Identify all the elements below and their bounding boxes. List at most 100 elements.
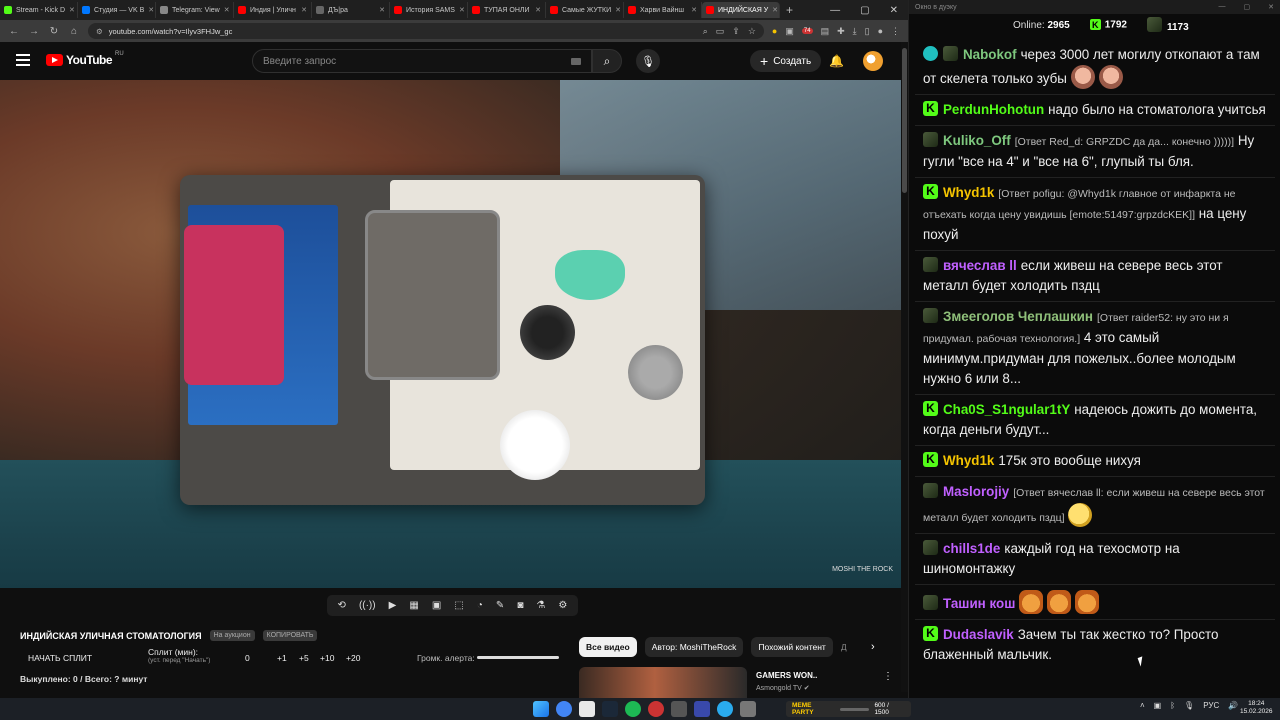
- chevron-right-icon[interactable]: ›: [871, 641, 875, 653]
- obs-icon[interactable]: [648, 701, 664, 717]
- speed-icon[interactable]: ◔: [477, 600, 483, 611]
- home-icon[interactable]: ⌂: [68, 26, 80, 37]
- media-widget[interactable]: MEME PARTY 600 / 1500: [786, 701, 911, 717]
- browser-tab[interactable]: Stream - Kick D ✕: [0, 2, 78, 18]
- spotify-icon[interactable]: [625, 701, 641, 717]
- forward-icon[interactable]: →: [28, 26, 40, 37]
- alert-volume-slider[interactable]: [477, 656, 559, 659]
- share-icon[interactable]: ⇪: [732, 26, 740, 37]
- recommended-video-channel[interactable]: Asmongold TV ✔: [756, 684, 810, 692]
- video-thumbnail[interactable]: [579, 667, 747, 698]
- chat-username[interactable]: Kuliko_Off: [943, 133, 1011, 148]
- voice-search-button[interactable]: 🎙: [636, 49, 660, 73]
- chip-more[interactable]: Д: [841, 637, 851, 657]
- zoom-icon[interactable]: ⌕: [703, 26, 708, 37]
- extension-icon[interactable]: ●: [772, 26, 777, 36]
- split-plus-20[interactable]: +20: [346, 653, 360, 663]
- create-button[interactable]: + Создать: [750, 50, 822, 72]
- maximize-icon[interactable]: ▢: [1244, 3, 1251, 11]
- bluetooth-icon[interactable]: ᛒ: [1170, 701, 1175, 710]
- menu-icon[interactable]: [16, 54, 30, 66]
- tab-close-icon[interactable]: ✕: [691, 6, 697, 14]
- start-split-button[interactable]: НАЧАТЬ СПЛИТ: [28, 653, 92, 663]
- tab-close-icon[interactable]: ✕: [459, 6, 465, 14]
- chat-username[interactable]: вячеслав ll: [943, 258, 1017, 273]
- app-icon[interactable]: [671, 701, 687, 717]
- minimize-icon[interactable]: —: [1219, 3, 1226, 11]
- sidebar-icon[interactable]: ▯: [865, 26, 870, 37]
- video-player[interactable]: MOSHI THE ROCK: [0, 80, 905, 588]
- browser-tab[interactable]: Харви Вайнш ✕: [624, 2, 702, 18]
- close-icon[interactable]: ✕: [890, 5, 898, 16]
- tab-close-icon[interactable]: ✕: [772, 6, 778, 14]
- network-icon[interactable]: ▣: [1154, 701, 1162, 710]
- back-icon[interactable]: ←: [8, 26, 20, 37]
- cast-icon[interactable]: ▭: [716, 26, 725, 37]
- chat-username[interactable]: Maslorojiy: [943, 484, 1009, 499]
- telegram-icon[interactable]: [717, 701, 733, 717]
- chat-username[interactable]: PerdunHohotun: [943, 102, 1044, 117]
- frame-icon[interactable]: ⬚: [454, 600, 463, 611]
- extension-icon[interactable]: ▣: [785, 26, 794, 37]
- url-field[interactable]: ⚙ youtube.com/watch?v=Ilyv3FHJw_gc ⌕ ▭ ⇪…: [88, 23, 764, 39]
- youtube-logo[interactable]: YouTube RU: [46, 51, 124, 67]
- chat-username[interactable]: Змееголов Чеплашкин: [943, 309, 1093, 324]
- folder-icon[interactable]: [579, 701, 595, 717]
- chip-all-videos[interactable]: Все видео: [579, 637, 637, 657]
- player-icon[interactable]: [694, 701, 710, 717]
- split-plus-1[interactable]: +1: [277, 653, 287, 663]
- steam-icon[interactable]: [602, 701, 618, 717]
- new-tab-button[interactable]: +: [780, 3, 799, 17]
- site-info-icon[interactable]: ⚙: [96, 27, 103, 36]
- chat-username[interactable]: Whyd1k: [943, 453, 994, 468]
- chip-similar[interactable]: Похожий контент: [751, 637, 833, 657]
- tab-close-icon[interactable]: ✕: [224, 6, 230, 14]
- notifications-bell-icon[interactable]: 🔔: [829, 54, 844, 68]
- page-scrollbar[interactable]: [901, 42, 908, 692]
- loop-icon[interactable]: ⟲: [338, 600, 346, 611]
- more-options-icon[interactable]: ⋮: [883, 671, 893, 682]
- chat-username[interactable]: chills1de: [943, 541, 1000, 556]
- search-input[interactable]: [263, 55, 553, 67]
- split-plus-5[interactable]: +5: [299, 653, 309, 663]
- extension-icon[interactable]: ▤: [821, 26, 830, 37]
- split-plus-10[interactable]: +10: [320, 653, 334, 663]
- minimize-icon[interactable]: —: [830, 5, 840, 16]
- clapper-icon[interactable]: ▦: [409, 600, 418, 611]
- screenshot-icon[interactable]: ◙: [517, 600, 523, 611]
- clock[interactable]: 18:24 15.02.2026: [1240, 700, 1273, 716]
- edit-icon[interactable]: ✎: [496, 600, 504, 611]
- avatar[interactable]: [863, 51, 883, 71]
- pip-icon[interactable]: ▣: [432, 600, 441, 611]
- browser-tab[interactable]: Telegram: View ✕: [156, 2, 234, 18]
- copy-button[interactable]: КОПИРОВАТЬ: [262, 630, 318, 641]
- extension-badge[interactable]: 74: [801, 28, 813, 34]
- bookmark-star-icon[interactable]: ☆: [748, 26, 756, 37]
- browser-tab[interactable]: Индия | Уличн ✕: [234, 2, 312, 18]
- chrome-icon[interactable]: [556, 701, 572, 717]
- recommended-video-title[interactable]: GAMERS WON..: [756, 671, 817, 680]
- flask-icon[interactable]: ⚗: [536, 600, 545, 611]
- chat-username[interactable]: Cha0S_S1ngular1tY: [943, 402, 1070, 417]
- tab-close-icon[interactable]: ✕: [69, 6, 75, 14]
- language-indicator[interactable]: РУС: [1203, 701, 1219, 710]
- tab-close-icon[interactable]: ✕: [535, 6, 541, 14]
- keyboard-icon[interactable]: [571, 57, 581, 65]
- tab-close-icon[interactable]: ✕: [615, 6, 621, 14]
- audio-icon[interactable]: ((·)): [359, 600, 376, 611]
- browser-tab[interactable]: ТУПАЯ ОНЛИ ✕: [468, 2, 546, 18]
- autoplay-icon[interactable]: ▶: [389, 600, 397, 611]
- app-icon[interactable]: [740, 701, 756, 717]
- scrollbar-thumb[interactable]: [902, 48, 907, 193]
- downloads-icon[interactable]: ⤓: [853, 26, 857, 37]
- browser-tab[interactable]: Студия — VK В ✕: [78, 2, 156, 18]
- chat-username[interactable]: Nabokof: [963, 47, 1017, 62]
- chip-author[interactable]: Автор: MoshiTheRock: [644, 637, 744, 657]
- profile-icon[interactable]: ●: [878, 26, 883, 36]
- browser-tab[interactable]: ИНДИЙСКАЯ У ✕: [702, 2, 780, 18]
- reload-icon[interactable]: ↻: [48, 26, 60, 37]
- chat-username[interactable]: Dudaslavik: [943, 627, 1014, 642]
- maximize-icon[interactable]: ▢: [860, 5, 869, 16]
- microphone-icon[interactable]: 🎙: [1184, 701, 1194, 710]
- chat-username[interactable]: Ташин кош: [943, 596, 1015, 611]
